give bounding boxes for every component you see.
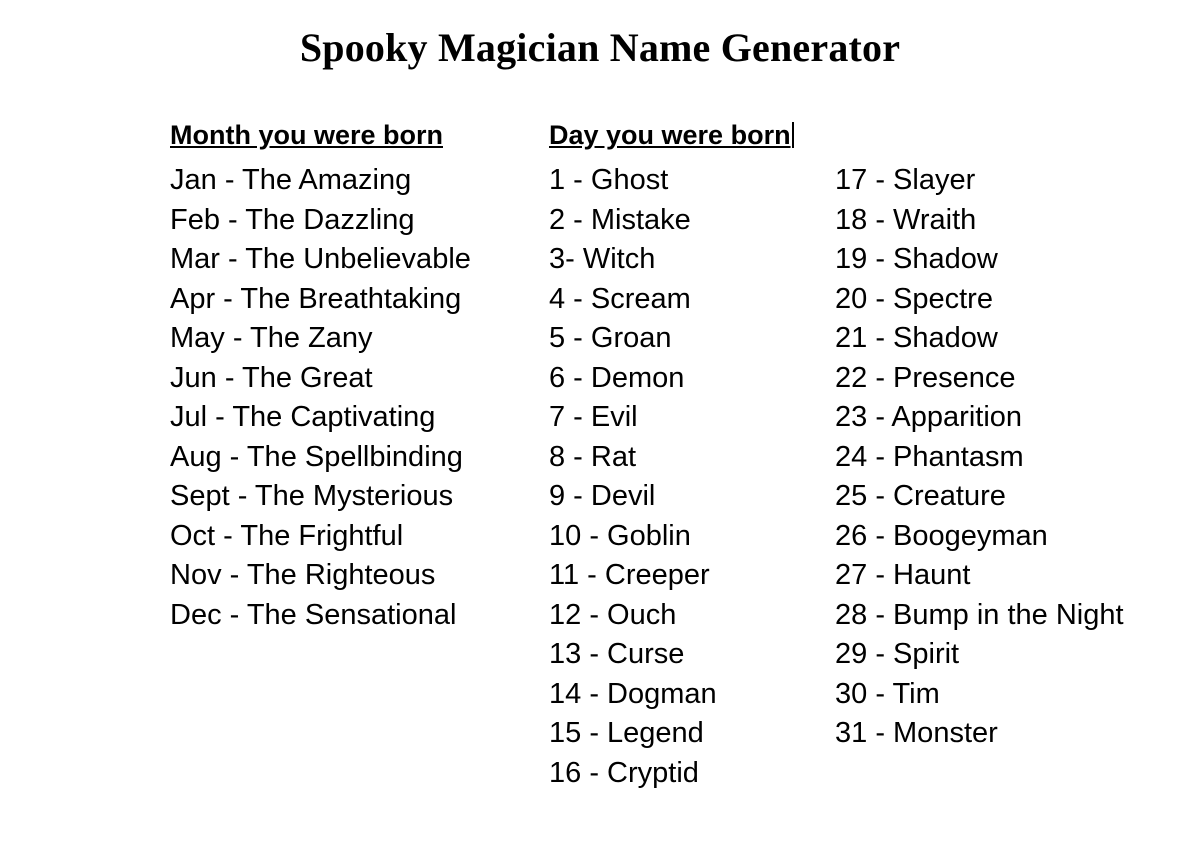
list-item: Jan - The Amazing <box>170 164 412 196</box>
page-title: Spooky Magician Name Generator <box>299 25 901 70</box>
list-item: 13 - Curse <box>549 638 685 670</box>
list-item: Oct - The Frightful <box>170 519 404 552</box>
list-item: 17 - Slayer <box>835 164 976 196</box>
list-item: 25 - Creature <box>835 480 1006 512</box>
list-item: 5 - Groan <box>549 322 672 354</box>
day-column-heading-text: Day you were born <box>549 120 791 150</box>
list-item: 30 - Tim <box>835 677 940 710</box>
list-item: 31 - Monster <box>835 717 998 749</box>
list-item: 1 - Ghost <box>549 164 669 196</box>
list-item: Jun - The Great <box>170 361 373 394</box>
document-page: Spooky Magician Name Generator Month you… <box>0 0 1200 844</box>
list-item: Dec - The Sensational <box>170 598 457 631</box>
text-caret <box>791 122 794 148</box>
day-list-second: 17 - Slayer 18 - Wraith 19 - Shadow 20 -… <box>835 161 1165 754</box>
day-list-first: 1 - Ghost 2 - Mistake 3- Witch 4 - Screa… <box>549 161 829 793</box>
list-item: 7 - Evil <box>549 401 638 433</box>
list-item: 16 - Cryptid <box>549 756 699 789</box>
list-item: Feb - The Dazzling <box>170 203 415 236</box>
list-item: 2 - Mistake <box>549 203 691 236</box>
list-item: 8 - Rat <box>549 440 637 473</box>
list-item: 10 - Goblin <box>549 519 691 552</box>
list-item: 28 - Bump in the Night <box>835 598 1124 631</box>
list-item: Jul - The Captivating <box>170 401 436 433</box>
list-item: 20 - Spectre <box>835 282 993 315</box>
list-item: May - The Zany <box>170 322 373 354</box>
day-column-first: Day you were born 1 - Ghost 2 - Mistake … <box>549 118 829 793</box>
month-column: Month you were born Jan - The Amazing Fe… <box>170 118 530 635</box>
list-item: Sept - The Mysterious <box>170 480 454 512</box>
list-item: 6 - Demon <box>549 361 685 394</box>
day-column-second: 17 - Slayer 18 - Wraith 19 - Shadow 20 -… <box>835 118 1165 754</box>
month-column-heading: Month you were born <box>170 120 443 150</box>
list-item: 26 - Boogeyman <box>835 519 1048 552</box>
list-item: 21 - Shadow <box>835 322 998 354</box>
list-item: 11 - Creeper <box>549 559 710 591</box>
list-item: 14 - Dogman <box>549 677 717 710</box>
day-column-heading: Day you were born <box>549 118 829 152</box>
list-item: 27 - Haunt <box>835 559 971 591</box>
list-item: 23 - Apparition <box>835 401 1023 433</box>
list-item: Nov - The Righteous <box>170 559 436 591</box>
list-item: 3- Witch <box>549 243 656 275</box>
list-item: Apr - The Breathtaking <box>170 282 462 315</box>
list-item: 12 - Ouch <box>549 598 677 631</box>
list-item: Aug - The Spellbinding <box>170 440 463 473</box>
list-item: 15 - Legend <box>549 717 704 749</box>
list-item: 4 - Scream <box>549 282 691 315</box>
list-item: Mar - The Unbelievable <box>170 243 471 275</box>
list-item: 9 - Devil <box>549 480 656 512</box>
list-item: 22 - Presence <box>835 361 1016 394</box>
list-item: 24 - Phantasm <box>835 440 1024 473</box>
list-item: 18 - Wraith <box>835 203 977 236</box>
month-list: Jan - The Amazing Feb - The Dazzling Mar… <box>170 161 530 635</box>
list-item: 19 - Shadow <box>835 243 998 275</box>
list-item: 29 - Spirit <box>835 638 960 670</box>
